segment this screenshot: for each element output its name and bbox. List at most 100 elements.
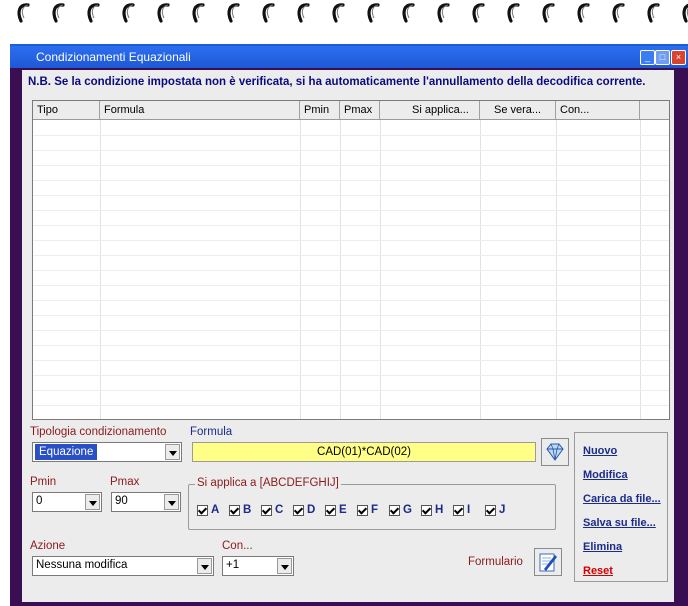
- chevron-down-icon[interactable]: [197, 558, 212, 574]
- tipologia-label: Tipologia condizionamento: [30, 426, 167, 438]
- formula-input[interactable]: CAD(01)*CAD(02): [192, 442, 536, 462]
- dialog-window: Condizionamenti Equazionali _ □ × N.B. S…: [10, 44, 688, 606]
- conditions-table[interactable]: Tipo Formula Pmin Pmax Si applica... Se …: [32, 100, 670, 420]
- checkbox-label: C: [275, 504, 284, 516]
- close-icon[interactable]: ×: [671, 50, 686, 65]
- table-row[interactable]: [33, 375, 669, 391]
- pmin-select[interactable]: 0: [32, 492, 102, 512]
- checkmark-icon[interactable]: [229, 505, 240, 516]
- table-row[interactable]: [33, 285, 669, 301]
- checkbox-label: J: [499, 504, 506, 516]
- actions-panel: Nuovo Modifica Carica da file... Salva s…: [574, 432, 668, 582]
- binding-ring: [49, 2, 69, 26]
- chevron-down-icon[interactable]: [85, 494, 100, 510]
- diamond-icon: [546, 443, 564, 461]
- azione-select[interactable]: Nessuna modifica: [32, 556, 214, 576]
- elimina-link[interactable]: Elimina: [583, 541, 622, 553]
- table-row[interactable]: [33, 195, 669, 211]
- table-header: Tipo Formula Pmin Pmax Si applica... Se …: [33, 101, 669, 120]
- formulario-label: Formulario: [468, 556, 523, 568]
- salva-su-file-link[interactable]: Salva su file...: [583, 517, 656, 529]
- title-bar: Condizionamenti Equazionali _ □ ×: [10, 46, 688, 68]
- modifica-link[interactable]: Modifica: [583, 469, 628, 481]
- binding-ring: [644, 2, 664, 26]
- checkbox-label: G: [403, 504, 412, 516]
- tipologia-select[interactable]: Equazione: [32, 442, 182, 462]
- con-label: Con...: [222, 540, 253, 552]
- col-con[interactable]: Con...: [556, 101, 640, 119]
- binding-ring: [364, 2, 384, 26]
- binding-ring: [574, 2, 594, 26]
- chevron-down-icon[interactable]: [165, 444, 180, 460]
- minimize-icon[interactable]: _: [640, 50, 655, 65]
- checkmark-icon[interactable]: [293, 505, 304, 516]
- binding-ring: [189, 2, 209, 26]
- checkmark-icon[interactable]: [357, 505, 368, 516]
- checkbox-label: I: [467, 504, 471, 516]
- dialog-client: N.B. Se la condizione impostata non è ve…: [22, 70, 674, 602]
- col-se-vera[interactable]: Se vera...: [480, 101, 556, 119]
- table-row[interactable]: [33, 165, 669, 181]
- col-pmax[interactable]: Pmax: [340, 101, 380, 119]
- binding-ring: [294, 2, 314, 26]
- binding-ring: [259, 2, 279, 26]
- checkbox-label: E: [339, 504, 347, 516]
- table-row[interactable]: [33, 135, 669, 151]
- checkbox-label: H: [435, 504, 444, 516]
- pmax-select[interactable]: 90: [111, 492, 181, 512]
- checkmark-icon[interactable]: [197, 505, 208, 516]
- binding-ring: [14, 2, 34, 26]
- nuovo-link[interactable]: Nuovo: [583, 445, 617, 457]
- table-row[interactable]: [33, 120, 669, 136]
- pmin-value: 0: [36, 495, 43, 507]
- binding-ring: [399, 2, 419, 26]
- table-row[interactable]: [33, 315, 669, 331]
- carica-da-file-link[interactable]: Carica da file...: [583, 493, 661, 505]
- chevron-down-icon[interactable]: [164, 494, 179, 510]
- formulario-button[interactable]: [534, 548, 562, 576]
- checkmark-icon[interactable]: [261, 505, 272, 516]
- table-row[interactable]: [33, 330, 669, 346]
- si-applica-label: Si applica a [ABCDEFGHIJ]: [195, 477, 341, 489]
- checkmark-icon[interactable]: [453, 505, 464, 516]
- spiral-binding: [0, 0, 688, 40]
- table-row[interactable]: [33, 225, 669, 241]
- col-tipo[interactable]: Tipo: [33, 101, 100, 119]
- si-applica-group: Si applica a [ABCDEFGHIJ] A B C D E F G H I J: [188, 477, 556, 530]
- checkmark-icon[interactable]: [389, 505, 400, 516]
- table-row[interactable]: [33, 210, 669, 226]
- chevron-down-icon[interactable]: [277, 558, 292, 574]
- col-formula[interactable]: Formula: [100, 101, 300, 119]
- pmax-label: Pmax: [110, 476, 140, 488]
- pmax-value: 90: [115, 495, 128, 507]
- binding-ring: [609, 2, 629, 26]
- col-pmin[interactable]: Pmin: [300, 101, 340, 119]
- checkmark-icon[interactable]: [421, 505, 432, 516]
- diamond-icon-button[interactable]: [541, 438, 569, 466]
- table-row[interactable]: [33, 180, 669, 196]
- binding-ring: [539, 2, 559, 26]
- table-row[interactable]: [33, 345, 669, 361]
- maximize-icon[interactable]: □: [655, 50, 670, 65]
- info-note: N.B. Se la condizione impostata non è ve…: [28, 76, 646, 88]
- checkmark-icon[interactable]: [485, 505, 496, 516]
- col-si-applica[interactable]: Si applica...: [380, 101, 480, 119]
- binding-ring: [469, 2, 489, 26]
- table-row[interactable]: [33, 360, 669, 376]
- table-row[interactable]: [33, 150, 669, 166]
- table-row[interactable]: [33, 240, 669, 256]
- reset-link[interactable]: Reset: [583, 565, 613, 577]
- checkmark-icon[interactable]: [325, 505, 336, 516]
- table-row[interactable]: [33, 390, 669, 406]
- binding-ring: [84, 2, 104, 26]
- table-row[interactable]: [33, 300, 669, 316]
- checkbox-label: F: [371, 504, 379, 516]
- checkbox-label: D: [307, 504, 316, 516]
- binding-ring: [224, 2, 244, 26]
- table-row[interactable]: [33, 405, 669, 419]
- table-row[interactable]: [33, 270, 669, 286]
- table-row[interactable]: [33, 255, 669, 271]
- binding-ring: [679, 2, 688, 26]
- con-select[interactable]: +1: [222, 556, 294, 576]
- binding-ring: [504, 2, 524, 26]
